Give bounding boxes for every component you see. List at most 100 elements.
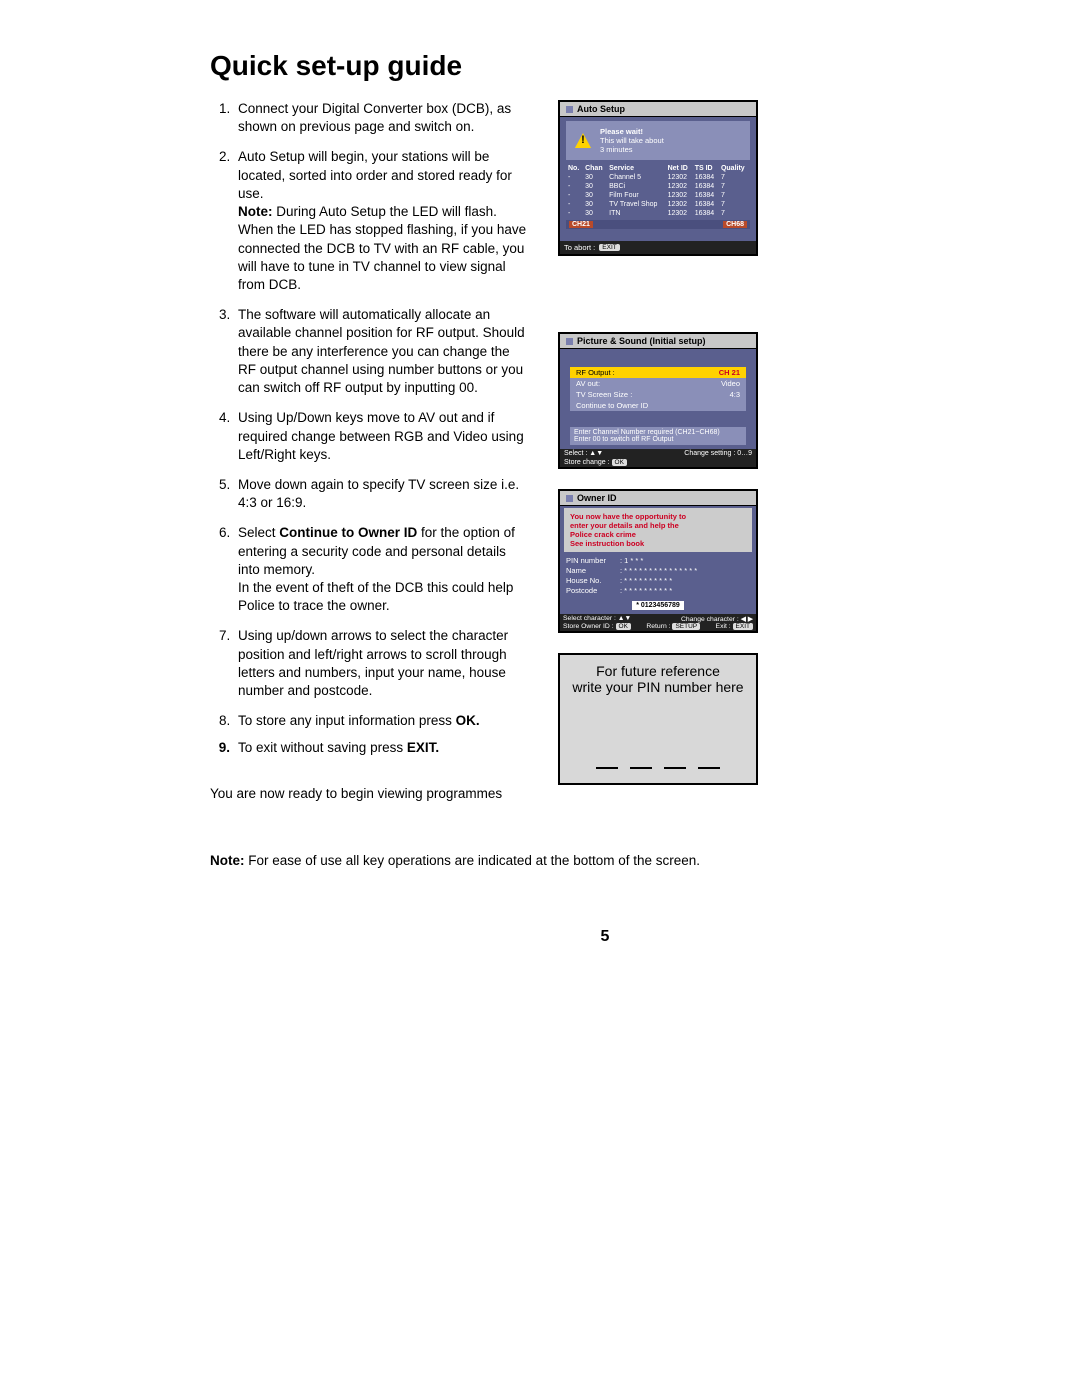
page-title: Quick set-up guide [210,50,1000,82]
foot-select-char: Select character : ▲▼ [563,615,631,623]
exit-keycap: EXIT [733,623,753,630]
ok-keycap: OK [616,623,631,630]
th-netid: Net ID [666,164,693,173]
pinbox-line1: For future reference [568,663,748,679]
osd-auto-msg1: Please wait! [600,127,664,136]
titlebar-square-icon [566,338,573,345]
ready-text: You are now ready to begin viewing progr… [210,785,530,803]
pin-reference-box: For future reference write your PIN numb… [558,653,758,785]
step-6-pre: Select [238,525,279,540]
opt-tv-size: TV Screen Size :4:3 [570,389,746,400]
th-tsid: TS ID [693,164,719,173]
table-row: -30BBCi12302163847 [566,182,750,191]
titlebar-square-icon [566,106,573,113]
osd-pic-options: RF Output :CH 21 AV out:Video TV Screen … [570,367,746,411]
field-name: Name: * * * * * * * * * * * * * * * [566,566,750,575]
slider-right: CH68 [723,221,747,228]
channel-table: No. Chan Service Net ID TS ID Quality -3… [566,164,750,218]
bottom-note-text: For ease of use all key operations are i… [245,853,701,868]
osd-owner-id: Owner ID You now have the opportunity to… [558,489,758,633]
owner-message: You now have the opportunity to enter yo… [564,508,752,552]
pinbox-line2: write your PIN number here [568,679,748,695]
osd-pic-hint: Enter Channel Number required (CH21~CH68… [570,427,746,445]
osd-auto-msg3: 3 minutes [600,145,664,154]
step-9: 9. To exit without saving press EXIT. [210,739,530,757]
foot-select: Select : ▲▼ [564,450,603,457]
step-6-extra: In the event of theft of the DCB this co… [238,580,513,613]
osd-pic-titlebar: Picture & Sound (Initial setup) [560,334,756,349]
slider-left: CH21 [569,221,593,228]
osd-pic-footer2: Store change :OK [560,458,756,467]
owner-msg4: See instruction book [570,539,746,548]
hint2: Enter 00 to switch off RF Output [574,436,742,443]
step-3: The software will automatically allocate… [234,306,530,397]
owner-msg2: enter your details and help the [570,521,746,530]
th-chan: Chan [583,164,607,173]
osd-auto-msg2: This will take about [600,136,664,145]
step-9-bold: EXIT. [407,740,439,755]
channel-slider: CH21 CH68 [566,220,750,229]
steps-list: Connect your Digital Converter box (DCB)… [210,100,530,731]
foot-store: Store change : [564,459,610,466]
osd-auto-titlebar: Auto Setup [560,102,756,117]
osd-owner-footer: Select character : ▲▼ Change character :… [560,614,756,631]
table-row: -30ITN12302163847 [566,209,750,218]
instruction-column: Connect your Digital Converter box (DCB)… [210,100,530,803]
osd-auto-title: Auto Setup [577,104,625,114]
osd-auto-message: Please wait! This will take about 3 minu… [566,121,750,160]
step-2-note-text: During Auto Setup the LED will flash. Wh… [238,204,526,292]
th-quality: Quality [719,164,750,173]
step-9-number: 9. [210,739,230,757]
osd-auto-setup: Auto Setup Please wait! This will take a… [558,100,758,256]
foot-change-char: Change character : ◀ ▶ [681,615,753,623]
step-6: Select Continue to Owner ID for the opti… [234,524,530,615]
osd-pic-title: Picture & Sound (Initial setup) [577,336,706,346]
step-8: To store any input information press OK. [234,712,530,730]
step-2: Auto Setup will begin, your stations wil… [234,148,530,294]
step-4: Using Up/Down keys move to AV out and if… [234,409,530,464]
step-1: Connect your Digital Converter box (DCB)… [234,100,530,136]
field-house: House No.: * * * * * * * * * * [566,576,750,585]
manual-page: Quick set-up guide Connect your Digital … [0,0,1080,986]
exit-keycap: EXIT [599,244,619,251]
owner-msg3: Police crack crime [570,530,746,539]
th-service: Service [607,164,665,173]
abort-bar: To abort : EXIT [560,241,756,254]
two-column-layout: Connect your Digital Converter box (DCB)… [210,100,1000,803]
opt-owner-id: Continue to Owner ID [570,400,746,411]
step-2-text: Auto Setup will begin, your stations wil… [238,149,512,200]
ok-keycap: OK [612,459,627,466]
opt-av-out: AV out:Video [570,378,746,389]
step-7: Using up/down arrows to select the chara… [234,627,530,700]
abort-label: To abort : [564,243,595,252]
step-9-pre: To exit without saving press [238,740,407,755]
titlebar-square-icon [566,495,573,502]
step-1-text: Connect your Digital Converter box (DCB)… [238,101,511,134]
field-postcode: Postcode: * * * * * * * * * * [566,586,750,595]
number-strip: * 0123456789 [632,601,684,610]
th-no: No. [566,164,583,173]
table-header-row: No. Chan Service Net ID TS ID Quality [566,164,750,173]
step-5: Move down again to specify TV screen siz… [234,476,530,512]
hint1: Enter Channel Number required (CH21~CH68… [574,429,742,436]
foot-exit: Exit : [716,623,731,630]
table-row: -30TV Travel Shop12302163847 [566,200,750,209]
opt-rf-output: RF Output :CH 21 [570,367,746,378]
step-6-bold: Continue to Owner ID [279,525,417,540]
step-5-text: Move down again to specify TV screen siz… [238,477,519,510]
field-pin: PIN number: 1 * * * [566,556,750,565]
step-3-text: The software will automatically allocate… [238,307,525,395]
foot-change: Change setting : 0…9 [684,450,752,457]
warning-icon [574,132,592,150]
foot-return: Return : [646,623,670,630]
table-row: -30Film Four12302163847 [566,191,750,200]
step-4-text: Using Up/Down keys move to AV out and if… [238,410,524,461]
owner-fields: PIN number: 1 * * * Name: * * * * * * * … [566,556,750,595]
osd-owner-title: Owner ID [577,493,617,503]
bottom-note-label: Note: [210,853,245,868]
step-8-pre: To store any input information press [238,713,456,728]
setup-keycap: SETUP [672,623,700,630]
step-7-text: Using up/down arrows to select the chara… [238,628,508,698]
osd-owner-titlebar: Owner ID [560,491,756,506]
table-row: -30Channel 512302163847 [566,173,750,182]
